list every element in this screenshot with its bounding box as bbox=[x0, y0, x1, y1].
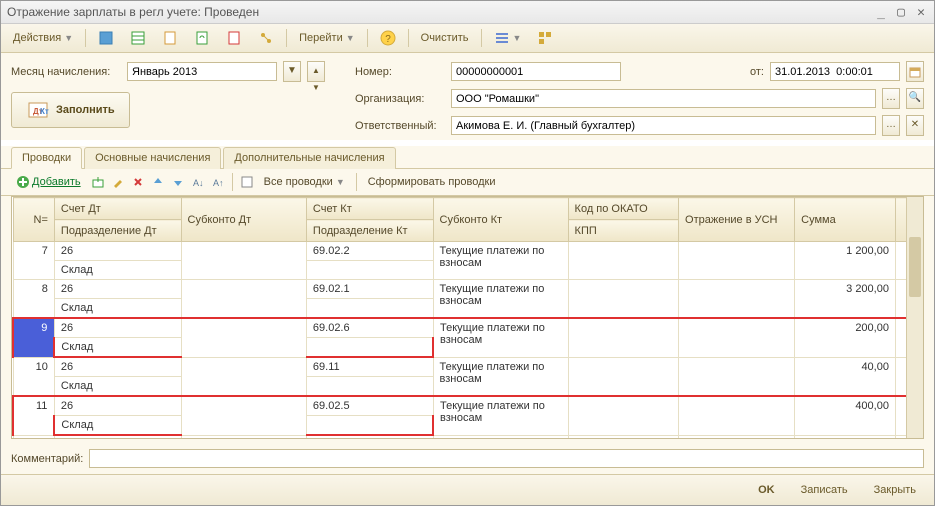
col-subconto-dt[interactable]: Субконто Дт bbox=[181, 198, 306, 242]
list-icon[interactable]: ▼ bbox=[488, 28, 528, 48]
tree-icon[interactable] bbox=[252, 28, 280, 48]
edit-icon[interactable] bbox=[110, 174, 126, 190]
move-up-icon[interactable] bbox=[150, 174, 166, 190]
svg-text:A↑: A↑ bbox=[213, 178, 224, 188]
table-row[interactable]: 112669.02.5Текущие платежи по взносам400… bbox=[13, 396, 922, 416]
org-search[interactable]: 🔍 bbox=[906, 88, 924, 109]
help-icon[interactable]: ? bbox=[374, 28, 402, 48]
col-dept-kt[interactable]: Подразделение Кт bbox=[306, 220, 433, 242]
entries-grid[interactable]: N= Счет Дт Субконто Дт Счет Кт Субконто … bbox=[11, 196, 924, 439]
svg-text:A↓: A↓ bbox=[193, 178, 204, 188]
save-button[interactable]: Записать bbox=[793, 481, 856, 499]
all-entries-button[interactable]: Все проводки▼ bbox=[259, 174, 350, 190]
resp-select[interactable]: … bbox=[882, 115, 900, 136]
minimize-button[interactable]: _ bbox=[874, 5, 888, 19]
col-subconto-kt[interactable]: Субконто Кт bbox=[433, 198, 568, 242]
col-usn[interactable]: Отражение в УСН bbox=[679, 198, 795, 242]
doc-action-icon[interactable] bbox=[220, 28, 248, 48]
fill-button[interactable]: ДтКт Заполнить bbox=[11, 92, 130, 128]
sort-asc-icon[interactable]: A↓ bbox=[190, 174, 206, 190]
delete-icon[interactable] bbox=[130, 174, 146, 190]
from-label: от: bbox=[750, 66, 764, 78]
col-account-kt[interactable]: Счет Кт bbox=[306, 198, 433, 220]
svg-text:?: ? bbox=[385, 34, 391, 45]
table-row[interactable]: 72669.02.2Текущие платежи по взносам1 20… bbox=[13, 242, 922, 261]
resp-input[interactable] bbox=[451, 116, 876, 135]
table-row[interactable]: 92669.02.6Текущие платежи по взносам200,… bbox=[13, 318, 922, 338]
save-icon[interactable] bbox=[92, 28, 120, 48]
structure-icon[interactable] bbox=[531, 28, 559, 48]
month-label: Месяц начисления: bbox=[11, 66, 121, 78]
month-dropdown[interactable]: ▼ bbox=[283, 61, 301, 82]
resp-label: Ответственный: bbox=[355, 120, 445, 132]
col-account-dt[interactable]: Счет Дт bbox=[54, 198, 181, 220]
org-label: Организация: bbox=[355, 93, 445, 105]
add-button[interactable]: Добавить bbox=[11, 173, 86, 191]
titlebar: Отражение зарплаты в регл учете: Проведе… bbox=[1, 1, 934, 24]
tab-main-accruals[interactable]: Основные начисления bbox=[84, 147, 221, 169]
scrollbar[interactable] bbox=[906, 197, 923, 438]
doc-refresh-icon[interactable] bbox=[188, 28, 216, 48]
org-select[interactable]: … bbox=[882, 88, 900, 109]
col-sum[interactable]: Сумма bbox=[795, 198, 896, 242]
table-row[interactable]: 122670Горин Анатолий Петрович20 000,00 bbox=[13, 435, 922, 439]
main-toolbar: Действия▼ Перейти▼ ? Очистить ▼ bbox=[1, 24, 934, 53]
goto-menu[interactable]: Перейти▼ bbox=[293, 30, 361, 46]
doc-icon[interactable] bbox=[156, 28, 184, 48]
form-entries-button[interactable]: Сформировать проводки bbox=[363, 174, 501, 190]
number-label: Номер: bbox=[355, 66, 445, 78]
calendar-icon[interactable] bbox=[906, 61, 924, 82]
resp-clear[interactable]: ✕ bbox=[906, 115, 924, 136]
col-okato[interactable]: Код по ОКАТО bbox=[568, 198, 678, 220]
spreadsheet-icon[interactable] bbox=[124, 28, 152, 48]
table-row[interactable]: 82669.02.1Текущие платежи по взносам3 20… bbox=[13, 280, 922, 299]
col-dept-dt[interactable]: Подразделение Дт bbox=[54, 220, 181, 242]
actions-menu[interactable]: Действия▼ bbox=[7, 30, 79, 46]
col-kpp[interactable]: КПП bbox=[568, 220, 678, 242]
sort-desc-icon[interactable]: A↑ bbox=[210, 174, 226, 190]
close-form-button[interactable]: Закрыть bbox=[866, 481, 924, 499]
org-input[interactable] bbox=[451, 89, 876, 108]
comment-input[interactable] bbox=[89, 449, 924, 468]
col-num[interactable]: N= bbox=[13, 198, 54, 242]
maximize-button[interactable]: ▢ bbox=[894, 5, 908, 19]
month-input[interactable] bbox=[127, 62, 277, 81]
sheet-icon[interactable] bbox=[239, 174, 255, 190]
number-input[interactable] bbox=[451, 62, 621, 81]
comment-label: Комментарий: bbox=[11, 453, 83, 465]
month-up[interactable]: ▲▼ bbox=[307, 61, 325, 82]
ok-button[interactable]: OK bbox=[750, 481, 783, 499]
insert-icon[interactable] bbox=[90, 174, 106, 190]
move-down-icon[interactable] bbox=[170, 174, 186, 190]
tab-entries[interactable]: Проводки bbox=[11, 147, 82, 169]
svg-text:Кт: Кт bbox=[40, 107, 49, 116]
date-input[interactable] bbox=[770, 62, 900, 81]
clear-button[interactable]: Очистить bbox=[415, 30, 475, 46]
table-row[interactable]: 102669.11Текущие платежи по взносам40,00 bbox=[13, 357, 922, 377]
close-button[interactable]: ✕ bbox=[914, 5, 928, 19]
tab-additional-accruals[interactable]: Дополнительные начисления bbox=[223, 147, 395, 169]
window-title: Отражение зарплаты в регл учете: Проведе… bbox=[7, 5, 259, 19]
